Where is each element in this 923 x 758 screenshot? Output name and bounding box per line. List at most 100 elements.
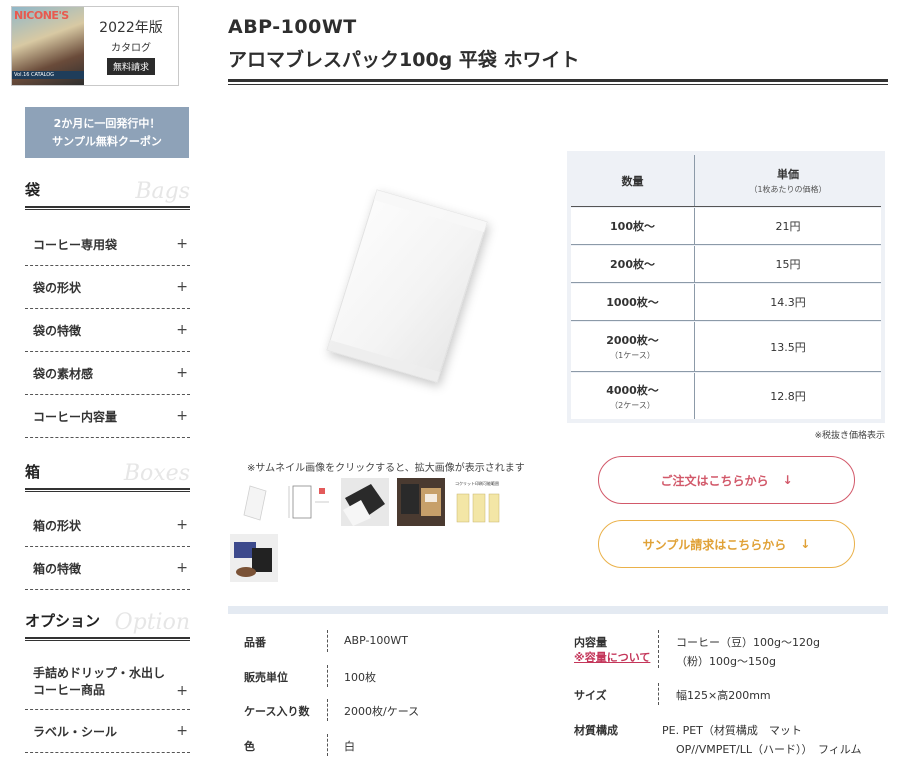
sample-request-button[interactable]: サンプル請求はこちらから ↓	[598, 520, 855, 568]
header-qty-label: 数量	[621, 174, 644, 188]
category-title: 箱	[25, 463, 41, 481]
catalog-cover-image: NICONE'S Vol.16 CATALOG	[12, 7, 84, 85]
qty-value: 200枚～	[610, 258, 655, 271]
qty-value: 2000枚～	[606, 334, 659, 347]
spec-label-sku: 品番	[244, 636, 266, 649]
sidebar-item-bag-shape[interactable]: 袋の形状 +	[25, 266, 190, 309]
spec-divider	[327, 630, 328, 652]
qty-value: 100枚～	[610, 220, 655, 233]
sidebar-item-bag-material[interactable]: 袋の素材感 +	[25, 352, 190, 395]
plus-icon[interactable]: +	[176, 683, 188, 699]
category-header-boxes: 箱 Boxes	[25, 456, 190, 492]
plus-icon[interactable]: +	[176, 560, 188, 576]
header-price-sub: （1枚あたりの価格）	[749, 185, 827, 194]
thumbnail-package-scene[interactable]	[230, 534, 278, 582]
sidebar-item-coffee-capacity[interactable]: コーヒー内容量 +	[25, 395, 190, 438]
spec-label-case-qty: ケース入り数	[244, 705, 310, 718]
spec-value-capacity-line2: （粉）100g～150g	[676, 655, 776, 668]
price-value: 21円	[775, 220, 801, 233]
category-header-options: オプション Option	[25, 605, 190, 641]
table-row: 4000枚～ （2ケース） 12.8円	[571, 373, 881, 419]
spec-divider	[327, 665, 328, 687]
order-button[interactable]: ご注文はこちらから ↓	[598, 456, 855, 504]
catalog-brand-text: NICONE'S	[14, 9, 69, 22]
row-qty: 100枚～	[571, 208, 695, 244]
spec-value-material-line2: OP//VMPET/LL（ハード）） フィルム	[676, 743, 862, 756]
category-rule	[25, 637, 190, 641]
thumbnail-note: ※サムネイル画像をクリックすると、拡大画像が表示されます	[247, 463, 525, 474]
spec-value-capacity-line1: コーヒー（豆）100g～120g	[676, 636, 820, 649]
spec-value-sku: ABP-100WT	[344, 634, 409, 647]
price-value: 12.8円	[770, 390, 806, 403]
thumbnail-pouch[interactable]	[230, 478, 278, 526]
spec-label-capacity: 内容量	[574, 636, 607, 649]
product-name-title: アロマブレスパック100g 平袋 ホワイト	[228, 49, 580, 71]
catalog-free-request: 無料請求	[106, 58, 155, 75]
white-pouch-image	[326, 189, 488, 383]
spec-divider	[327, 734, 328, 756]
row-qty: 4000枚～ （2ケース）	[571, 373, 695, 419]
qty-value: 4000枚～	[606, 383, 659, 397]
sidebar-item-label: コーヒー内容量	[33, 409, 118, 424]
plus-icon[interactable]: +	[176, 322, 188, 338]
product-main-image	[232, 150, 532, 410]
category-title-en: Option	[114, 610, 190, 635]
table-row: 2000枚～ （1ケース） 13.5円	[571, 322, 881, 372]
thumbnail-dimension-diagram[interactable]	[285, 478, 333, 526]
qty-value: 1000枚～	[606, 296, 659, 309]
category-title: 袋	[25, 181, 41, 199]
plus-icon[interactable]: +	[176, 723, 188, 739]
coupon-line-1: 2か月に一回発行中！	[53, 116, 161, 130]
price-value: 14.3円	[770, 296, 806, 309]
plus-icon[interactable]: +	[176, 365, 188, 381]
category-rule	[25, 206, 190, 210]
coupon-line-2: サンプル無料クーポン	[52, 134, 162, 148]
arrow-down-icon: ↓	[800, 537, 811, 551]
spec-value-color: 白	[344, 740, 355, 753]
sidebar-item-label: ラベル・シール	[33, 724, 118, 739]
sidebar-item-labels-stickers[interactable]: ラベル・シール +	[25, 710, 190, 753]
plus-icon[interactable]: +	[176, 236, 188, 252]
row-qty: 2000枚～ （1ケース）	[571, 322, 695, 371]
table-row: 1000枚～ 14.3円	[571, 284, 881, 321]
row-price: 13.5円	[695, 322, 881, 371]
row-qty: 200枚～	[571, 246, 695, 282]
sidebar-item-bag-features[interactable]: 袋の特徴 +	[25, 309, 190, 352]
order-button-label: ご注文はこちらから	[660, 473, 769, 488]
thumbnail-image	[285, 478, 333, 526]
price-table: 数量 単価 （1枚あたりの価格） 100枚～ 21円 200枚～ 15円 100…	[567, 151, 885, 423]
plus-icon[interactable]: +	[176, 517, 188, 533]
price-value: 15円	[775, 258, 801, 271]
catalog-cover-bar: Vol.16 CATALOG	[12, 71, 84, 79]
row-price: 15円	[695, 246, 881, 282]
plus-icon[interactable]: +	[176, 408, 188, 424]
thumbnail-image: コクリット印刷可能範囲	[453, 478, 501, 526]
capacity-info-link[interactable]: ※容量について	[574, 649, 650, 665]
sidebar-item-drip-cold-brew[interactable]: 手詰めドリップ・水出しコーヒー商品 +	[25, 655, 190, 710]
category-header-bags: 袋 Bags	[25, 174, 190, 210]
sample-button-label: サンプル請求はこちらから	[642, 537, 787, 552]
spec-label-color: 色	[244, 740, 255, 753]
catalog-banner[interactable]: NICONE'S Vol.16 CATALOG 2022年版 カタログ 無料請求	[11, 6, 179, 86]
thumbnail-image	[230, 534, 278, 582]
spec-value-case-qty: 2000枚/ケース	[344, 705, 420, 718]
spec-value-sales-unit: 100枚	[344, 671, 376, 684]
sidebar-item-box-features[interactable]: 箱の特徴 +	[25, 547, 190, 590]
spec-label-size: サイズ	[574, 689, 607, 702]
thumbnail-products-photo[interactable]	[397, 478, 445, 526]
category-title: オプション	[25, 612, 101, 630]
plus-icon[interactable]: +	[176, 279, 188, 295]
thumbnail-print-area[interactable]: コクリット印刷可能範囲	[453, 478, 501, 526]
sidebar-item-box-shape[interactable]: 箱の形状 +	[25, 504, 190, 547]
thumbnail-pouch-dark[interactable]	[341, 478, 389, 526]
catalog-label: カタログ	[111, 43, 151, 54]
sidebar-item-label: 袋の素材感	[33, 366, 94, 381]
catalog-year: 2022年版	[99, 20, 163, 36]
row-price: 12.8円	[695, 373, 881, 419]
thumbnail-image	[397, 478, 445, 526]
thumbnail-image	[341, 478, 389, 526]
price-table-header-qty: 数量	[571, 155, 695, 206]
row-qty: 1000枚～	[571, 284, 695, 320]
sidebar-item-coffee-bags[interactable]: コーヒー専用袋 +	[25, 223, 190, 266]
sample-coupon-banner[interactable]: 2か月に一回発行中！ サンプル無料クーポン	[25, 107, 189, 158]
